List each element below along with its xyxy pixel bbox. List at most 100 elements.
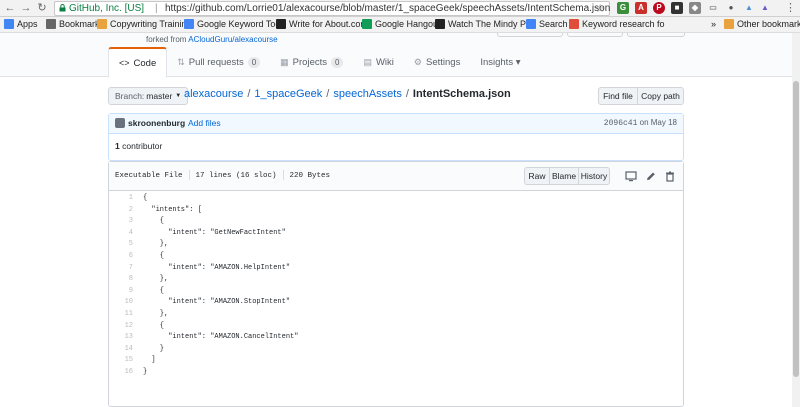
tab-counter: 0	[247, 57, 261, 68]
line-number[interactable]: 9	[109, 286, 133, 297]
copy-path-button[interactable]: Copy path	[637, 87, 684, 105]
bookmark-item[interactable]: Watch The Mindy Pro	[435, 19, 534, 29]
tab-code[interactable]: <> Code	[108, 47, 168, 78]
extension-green-icon[interactable]: G	[617, 2, 629, 14]
bookmarks-overflow[interactable]: »	[711, 19, 716, 29]
line-number[interactable]: 8	[109, 274, 133, 285]
line-number[interactable]: 1	[109, 193, 133, 204]
h-icon	[435, 19, 445, 29]
url-text[interactable]: https://github.com/Lorrie01/alexacourse/…	[165, 3, 610, 14]
file-path: alexacourse/1_spaceGeek / speechAssets / Int…	[184, 88, 511, 100]
forked-from: forked from ACloudGuru/alexacourse	[146, 35, 278, 44]
evernote-icon[interactable]: ●	[725, 2, 737, 14]
find-file-button[interactable]: Find file	[598, 87, 638, 105]
extension-gray-icon[interactable]: ◆	[689, 2, 701, 14]
bookmark-item[interactable]: Copywriting Training	[97, 19, 192, 29]
line-number[interactable]: 15	[109, 355, 133, 366]
repo-tabs: <> Code ⇅ Pull requests 0 ▦ Projects 0 ▤ Wiki ⚙ Set…	[108, 47, 530, 78]
commit-message[interactable]: Add files	[188, 118, 221, 128]
extension-acrobat-icon[interactable]: A	[635, 2, 647, 14]
line-number[interactable]: 3	[109, 216, 133, 227]
code-text: },	[143, 310, 169, 318]
line-number[interactable]: 7	[109, 263, 133, 274]
tab-label: Projects	[292, 57, 327, 68]
line-number[interactable]: 12	[109, 321, 133, 332]
forked-link[interactable]: ACloudGuru/alexacourse	[188, 35, 277, 44]
tab-wiki[interactable]: ▤ Wiki	[353, 47, 403, 78]
file-header: Executable File 17 lines (16 sloc) 220 Byt…	[109, 162, 683, 191]
bookmark-item[interactable]: Google Hangouts	[362, 19, 445, 29]
code-line: 5 },	[109, 239, 683, 250]
g-icon	[184, 19, 194, 29]
tab-pull-requests[interactable]: ⇅ Pull requests 0	[167, 47, 270, 78]
star-button[interactable]	[567, 33, 623, 37]
code-text: "intent": "AMAZON.StopIntent"	[143, 298, 291, 307]
line-number[interactable]: 16	[109, 367, 133, 378]
tab-counter: 0	[331, 57, 344, 68]
line-number[interactable]: 10	[109, 297, 133, 308]
address-bar[interactable]: GitHub, Inc. [US] | https://github.com/L…	[54, 1, 610, 16]
tab-label: Code	[133, 57, 157, 69]
code-text: }	[143, 368, 148, 376]
bookmark-item[interactable]: Google Keyword Tool	[184, 19, 282, 29]
bookmark-star-icon[interactable]: ☆	[595, 2, 605, 15]
reload-icon[interactable]: ↻	[36, 2, 48, 14]
scrollbar[interactable]	[792, 33, 800, 407]
crumb-subfolder[interactable]: speechAssets	[333, 88, 401, 100]
desktop-icon[interactable]	[625, 171, 637, 182]
line-number[interactable]: 6	[109, 251, 133, 262]
line-number[interactable]: 14	[109, 344, 133, 355]
crumb-folder[interactable]: 1_spaceGeek	[254, 88, 322, 100]
fork-button[interactable]	[627, 33, 685, 37]
latest-commit: skroonenburg Add files 2096c41 on May 18	[109, 114, 683, 134]
tab-insights[interactable]: Insights ▾	[470, 47, 530, 78]
cast-icon[interactable]: ▭	[707, 2, 719, 14]
bookmark-item[interactable]: Search	[526, 19, 568, 29]
code-line: 6 {	[109, 251, 683, 262]
bookmark-item[interactable]: Keyword research fo	[569, 19, 665, 29]
branch-name: master	[146, 91, 173, 101]
drive-icon[interactable]: ▲	[743, 2, 755, 14]
forward-icon[interactable]: →	[20, 2, 32, 14]
bookmark-item[interactable]: Bookmarks	[46, 19, 104, 29]
extension-purple-icon[interactable]: ▲	[759, 2, 771, 14]
scrollbar-thumb[interactable]	[793, 81, 799, 377]
bookmark-item[interactable]: Write for About.com	[276, 19, 368, 29]
contributors[interactable]: 1 contributor	[115, 141, 162, 151]
line-number[interactable]: 4	[109, 228, 133, 239]
browser-menu-icon[interactable]: ⋮	[785, 1, 796, 14]
bookmark-item[interactable]: Other bookmarks	[724, 19, 800, 29]
file-info: Executable File 17 lines (16 sloc) 220 Byt…	[115, 170, 330, 180]
breadcrumb: Branch: master ▼ alexacourse/1_spaceGeek…	[108, 87, 684, 107]
extension-square-icon[interactable]: ■	[671, 2, 683, 14]
bookmarks-bar: Apps Bookmarks Copywriting Training Google …	[0, 17, 800, 33]
raw-button[interactable]: Raw	[524, 167, 550, 185]
line-number[interactable]: 2	[109, 205, 133, 216]
bookmark-label: Apps	[17, 19, 38, 29]
file-viewer: Executable File 17 lines (16 sloc) 220 Byt…	[108, 161, 684, 407]
tab-settings[interactable]: ⚙ Settings	[404, 47, 470, 78]
apps-grid-icon	[4, 19, 14, 29]
code-line: 3 {	[109, 216, 683, 227]
trash-icon[interactable]	[664, 171, 676, 182]
folder-icon	[97, 19, 107, 29]
commit-author[interactable]: skroonenburg	[128, 118, 185, 128]
line-number[interactable]: 5	[109, 239, 133, 250]
projects-icon: ▦	[280, 57, 289, 67]
pinterest-icon[interactable]: P	[653, 2, 665, 14]
line-number[interactable]: 13	[109, 332, 133, 343]
tab-projects[interactable]: ▦ Projects 0	[270, 47, 353, 78]
back-icon[interactable]: ←	[4, 2, 16, 14]
avatar[interactable]	[115, 118, 125, 128]
crumb-repo[interactable]: alexacourse	[184, 88, 243, 100]
blame-button[interactable]: Blame	[549, 167, 579, 185]
branch-select-button[interactable]: Branch: master ▼	[108, 87, 189, 105]
d-icon	[276, 19, 286, 29]
code-text: "intent": "AMAZON.CancelIntent"	[143, 333, 299, 342]
watch-button[interactable]	[497, 33, 563, 37]
code-line: 10 "intent": "AMAZON.StopIntent"	[109, 297, 683, 308]
bookmark-item[interactable]: Apps	[4, 19, 38, 29]
pencil-icon[interactable]	[645, 171, 657, 182]
history-button[interactable]: History	[578, 167, 610, 185]
line-number[interactable]: 11	[109, 309, 133, 320]
